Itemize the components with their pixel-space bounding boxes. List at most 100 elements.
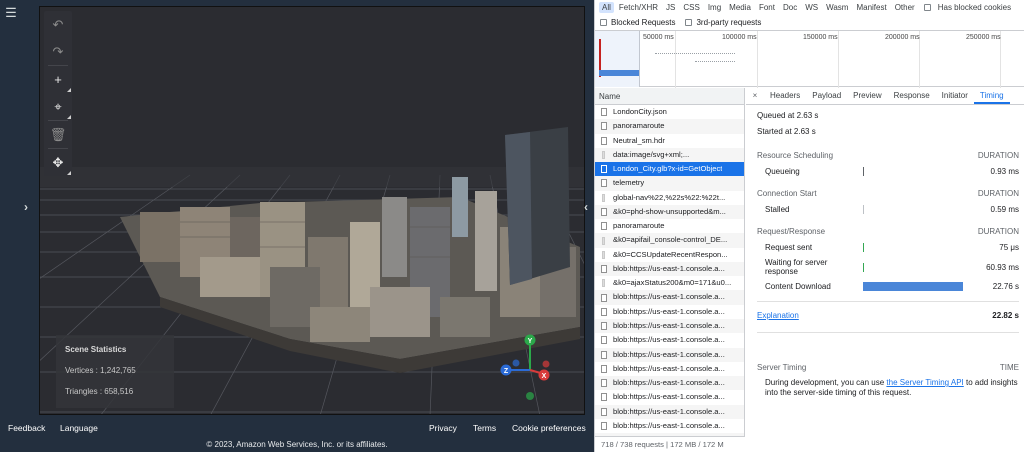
request-detail-panel: × Headers Payload Preview Response Initi… [746,88,1024,452]
scene-statistics-title: Scene Statistics [65,345,127,354]
tab-timing[interactable]: Timing [973,88,1010,104]
tab-preview[interactable]: Preview [847,88,887,104]
blocked-requests-option[interactable]: Blocked Requests [600,18,675,27]
terms-link[interactable]: Terms [473,423,496,433]
name-column-header[interactable]: Name [595,88,744,105]
timing-value: 0.93 ms [990,167,1019,176]
filter-css[interactable]: CSS [680,2,702,13]
axis-gizmo[interactable]: Y Z X [498,332,578,407]
tick-label: 100000 ms [722,34,757,41]
redo-icon[interactable]: ↷ [44,38,72,65]
file-icon [601,393,607,402]
request-row[interactable]: blob:https://us-east-1.console.a... [595,318,744,334]
request-row-selected[interactable]: London_City.glb?x-id=GetObject [595,162,744,177]
filter-font[interactable]: Font [756,2,778,13]
request-row[interactable]: &k0=CCSUpdateRecentRespon... [595,248,744,262]
request-row[interactable]: &k0=ajaxStatus200&m0=171&u0... [595,276,744,290]
blocked-requests-label: Blocked Requests [611,17,676,27]
tab-response[interactable]: Response [888,88,936,104]
section-request-response: Request/Response DURATION [757,226,1019,238]
undo-icon[interactable]: ↶ [44,11,72,38]
request-row[interactable]: blob:https://us-east-1.console.a... [595,305,744,319]
request-row[interactable]: blob:https://us-east-1.console.a... [595,362,744,376]
file-icon [601,421,607,430]
overview-download-bar [599,70,639,76]
expand-left-panel-icon[interactable]: › [24,200,28,214]
request-row[interactable]: blob:https://us-east-1.console.a... [595,419,744,433]
timing-row-queueing: Queueing 0.93 ms [757,165,1019,178]
request-name: LondonCity.json [613,107,667,116]
tab-payload[interactable]: Payload [806,88,847,104]
request-row[interactable]: panoramaroute [595,219,744,233]
filter-wasm[interactable]: Wasm [823,2,851,13]
has-blocked-cookies-checkbox[interactable] [923,3,931,11]
add-icon[interactable]: + [44,66,72,93]
cookie-preferences-link[interactable]: Cookie preferences [512,423,586,433]
page-footer: Feedback Language Privacy Terms Cookie p… [0,416,594,452]
overview-selection[interactable] [595,31,640,87]
gizmo-z-label: Z [504,368,509,375]
filter-all[interactable]: All [599,1,614,13]
request-row[interactable]: blob:https://us-east-1.console.a... [595,376,744,391]
filter-ws[interactable]: WS [802,2,821,13]
filter-js[interactable]: JS [663,2,678,13]
explanation-link[interactable]: Explanation [757,310,799,322]
request-row[interactable]: LondonCity.json [595,105,744,119]
file-icon [601,207,607,216]
request-row[interactable]: blob:https://us-east-1.console.a... [595,333,744,347]
server-timing-api-link[interactable]: the Server Timing API [886,378,963,387]
request-row[interactable]: blob:https://us-east-1.console.a... [595,290,744,305]
request-row[interactable]: Neutral_sm.hdr [595,134,744,148]
blocked-requests-checkbox[interactable] [600,18,607,26]
filter-other[interactable]: Other [892,2,918,13]
devtools-network-panel: All Fetch/XHR JS CSS Img Media Font Doc … [594,0,1024,452]
overview-dots [695,61,735,62]
delete-icon[interactable]: 🗑 [44,121,72,148]
request-row[interactable]: &k0=phd-show-unsupported&m... [595,204,744,220]
request-row[interactable]: data:image/svg+xml;... [595,147,744,163]
language-link[interactable]: Language [60,423,98,433]
request-row[interactable]: blob:https://us-east-1.console.a... [595,347,744,362]
request-row[interactable]: panoramaroute [595,119,744,134]
feedback-link[interactable]: Feedback [8,423,45,433]
timing-label: Waiting for server response [765,258,828,276]
file-icon [601,108,607,117]
privacy-link[interactable]: Privacy [429,423,457,433]
file-icon [601,265,607,274]
transform-icon[interactable]: ⌖ [44,93,72,120]
copyright-text: © 2023, Amazon Web Services, Inc. or its… [206,440,388,449]
tab-initiator[interactable]: Initiator [936,88,974,104]
tick-label: 150000 ms [803,34,838,41]
timing-label: Content Download [765,282,831,291]
file-icon [601,165,607,174]
close-detail-icon[interactable]: × [746,88,764,104]
filter-img[interactable]: Img [705,2,724,13]
request-name: Neutral_sm.hdr [613,135,665,145]
request-name: blob:https://us-east-1.console.a... [613,335,725,345]
request-row[interactable]: telemetry [595,176,744,191]
tab-headers[interactable]: Headers [764,88,806,104]
request-row[interactable]: global-nav%22,%22s%22:%22t... [595,191,744,205]
time-header: TIME [999,363,1019,372]
filter-doc[interactable]: Doc [780,2,800,13]
move-camera-icon[interactable]: ✥ [44,149,72,176]
filter-media[interactable]: Media [726,2,754,13]
request-row[interactable]: blob:https://us-east-1.console.a... [595,404,744,419]
resource-type-filters: All Fetch/XHR JS CSS Img Media Font Doc … [595,0,1024,14]
started-at: Started at 2.63 s [757,127,816,136]
third-party-checkbox[interactable] [685,18,693,26]
network-overview-timeline[interactable]: 50000 ms 100000 ms 150000 ms 200000 ms 2… [595,30,1024,88]
file-icon [602,279,605,288]
request-row[interactable]: blob:https://us-east-1.console.a... [595,390,744,404]
3d-viewport[interactable]: ↶ ↷ + ⌖ 🗑 ✥ Scene Statistics Vertices : … [39,6,585,415]
third-party-label: 3rd-party requests [696,17,762,27]
collapse-right-panel-icon[interactable]: ‹ [584,200,588,214]
third-party-option[interactable]: 3rd-party requests [685,18,761,27]
filter-fetch-xhr[interactable]: Fetch/XHR [616,2,661,13]
request-name: blob:https://us-east-1.console.a... [613,292,725,302]
request-row[interactable]: blob:https://us-east-1.console.a... [595,261,744,277]
hamburger-menu-icon[interactable]: ☰ [4,6,18,20]
request-name: data:image/svg+xml;... [613,149,690,159]
filter-manifest[interactable]: Manifest [853,2,889,13]
request-row[interactable]: &k0=apifail_console-control_DE... [595,233,744,248]
